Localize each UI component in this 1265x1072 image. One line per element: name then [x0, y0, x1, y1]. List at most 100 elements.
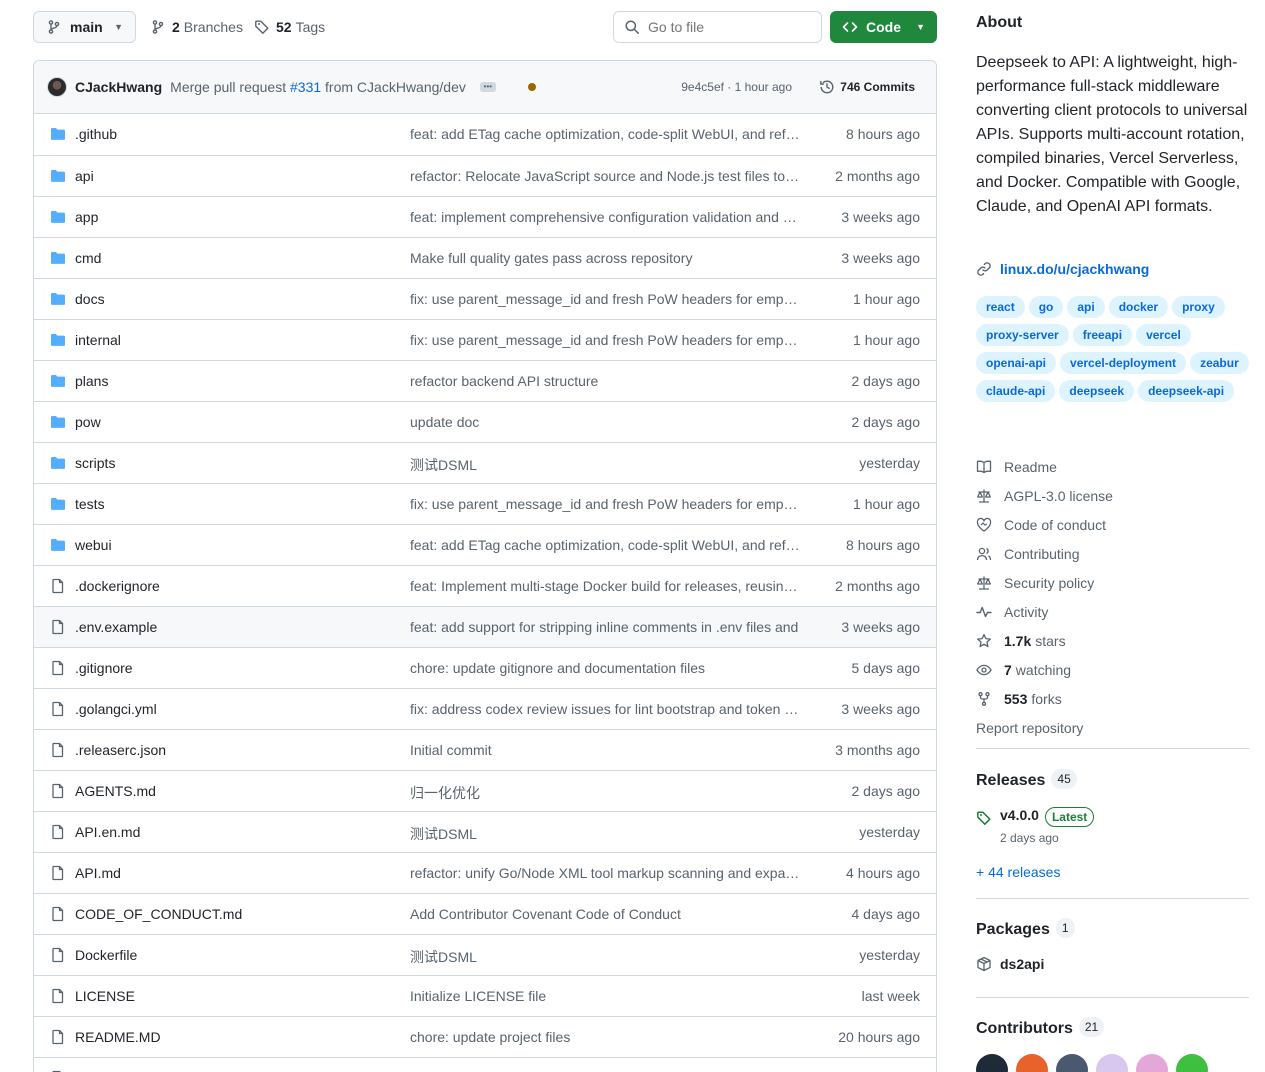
file-commit-message[interactable]: fix: use parent_message_id and fresh PoW… [410, 291, 800, 307]
package-item[interactable]: ds2api [976, 956, 1044, 972]
file-row[interactable]: docs fix: use parent_message_id and fresh… [34, 278, 936, 319]
contributing-link[interactable]: Contributing [976, 539, 1249, 568]
file-row[interactable]: internal fix: use parent_message_id and f… [34, 319, 936, 360]
go-to-file-field[interactable] [613, 11, 822, 43]
more-releases-link[interactable]: + 44 releases [976, 864, 1060, 880]
file-commit-message[interactable]: Make full quality gates pass across repo… [410, 250, 800, 266]
avatar[interactable] [47, 77, 67, 97]
file-name-link[interactable]: pow [75, 414, 101, 430]
topic-tag[interactable]: vercel [1136, 324, 1191, 346]
file-row[interactable]: .gitignore chore: update gitignore and do… [34, 647, 936, 688]
code-button[interactable]: Code ▼ [830, 11, 937, 43]
file-row[interactable]: scripts 测试DSML yesterday [34, 442, 936, 483]
file-row[interactable]: webui feat: add ETag cache optimization, … [34, 524, 936, 565]
file-row[interactable]: tests fix: use parent_message_id and fres… [34, 483, 936, 524]
security-policy-link[interactable]: Security policy [976, 568, 1249, 597]
license-link[interactable]: AGPL-3.0 license [976, 481, 1249, 510]
file-name-link[interactable]: Dockerfile [75, 947, 137, 963]
file-commit-message[interactable]: 测试DSML [410, 455, 800, 475]
releases-heading[interactable]: Releases 45 [976, 769, 1077, 790]
latest-release[interactable]: v4.0.0 Latest [976, 807, 1095, 827]
file-row[interactable]: API.en.md 测试DSML yesterday [34, 811, 936, 852]
file-commit-message[interactable]: 归一化优化 [410, 783, 800, 803]
file-row[interactable]: app feat: implement comprehensive configu… [34, 196, 936, 237]
file-commit-message[interactable]: feat: add support for stripping inline c… [410, 619, 800, 635]
file-commit-message[interactable]: update doc [410, 414, 800, 430]
topic-tag[interactable]: zeabur [1190, 352, 1249, 374]
file-row[interactable]: .golangci.yml fix: address codex review i… [34, 688, 936, 729]
file-name-link[interactable]: tests [75, 496, 105, 512]
file-commit-message[interactable]: feat: Implement multi-stage Docker build… [410, 578, 800, 594]
file-commit-message[interactable]: fix: use parent_message_id and fresh PoW… [410, 496, 800, 512]
expand-commit-button[interactable]: ••• [479, 82, 496, 92]
branch-select-button[interactable]: main ▼ [33, 11, 136, 43]
file-row[interactable]: CODE_OF_CONDUCT.md Add Contributor Covena… [34, 893, 936, 934]
file-row[interactable]: LICENSE Initialize LICENSE file last week [34, 975, 936, 1016]
commit-sha-time[interactable]: 9e4c5ef · 1 hour ago [681, 80, 792, 94]
topic-tag[interactable]: vercel-deployment [1060, 352, 1187, 374]
contributor-avatar[interactable] [1096, 1054, 1128, 1072]
topic-tag[interactable]: proxy [1172, 296, 1225, 318]
file-name-link[interactable]: cmd [75, 250, 101, 266]
file-row[interactable]: Dockerfile 测试DSML yesterday [34, 934, 936, 975]
contributor-avatar[interactable] [976, 1054, 1008, 1072]
file-name-link[interactable]: .gitignore [75, 660, 133, 676]
file-name-link[interactable]: scripts [75, 455, 115, 471]
contributor-avatar[interactable] [1056, 1054, 1088, 1072]
activity-link[interactable]: Activity [976, 597, 1249, 626]
file-name-link[interactable]: plans [75, 373, 108, 389]
topic-tag[interactable]: docker [1108, 296, 1169, 318]
file-commit-message[interactable]: chore: update gitignore and documentatio… [410, 660, 800, 676]
readme-link[interactable]: Readme [976, 452, 1249, 481]
file-name-link[interactable]: CODE_OF_CONDUCT.md [75, 906, 242, 922]
file-row[interactable]: api refactor: Relocate JavaScript source … [34, 155, 936, 196]
topic-tag[interactable]: proxy-server [976, 324, 1069, 346]
pr-link[interactable]: #331 [290, 79, 321, 95]
packages-heading[interactable]: Packages 1 [976, 918, 1075, 939]
stars-link[interactable]: 1.7k stars [976, 626, 1249, 655]
file-row[interactable]: README.MD chore: update project files 20 h… [34, 1016, 936, 1057]
report-repository-link[interactable]: Report repository [976, 713, 1249, 742]
topic-tag[interactable]: api [1067, 296, 1105, 318]
file-commit-message[interactable]: feat: add ETag cache optimization, code-… [410, 126, 800, 142]
file-commit-message[interactable]: refactor backend API structure [410, 373, 800, 389]
file-commit-message[interactable]: refactor: unify Go/Node XML tool markup … [410, 865, 800, 881]
file-row[interactable]: cmd Make full quality gates pass across r… [34, 237, 936, 278]
file-row[interactable]: .releaserc.json Initial commit 3 months ag… [34, 729, 936, 770]
file-row[interactable]: plans refactor backend API structure 2 day… [34, 360, 936, 401]
file-name-link[interactable]: README.MD [75, 1029, 161, 1045]
file-name-link[interactable]: .dockerignore [75, 578, 160, 594]
file-commit-message[interactable]: Initial commit [410, 742, 800, 758]
file-name-link[interactable]: docs [75, 291, 105, 307]
file-name-link[interactable]: .golangci.yml [75, 701, 157, 717]
watchers-link[interactable]: 7 watching [976, 655, 1249, 684]
topic-tag[interactable]: openai-api [976, 352, 1057, 374]
file-commit-message[interactable]: 测试DSML [410, 947, 800, 967]
contributor-avatar[interactable] [1136, 1054, 1168, 1072]
topic-tag[interactable]: react [976, 296, 1025, 318]
file-name-link[interactable]: .github [75, 126, 117, 142]
file-commit-message[interactable]: chore: update project files [410, 1029, 800, 1045]
code-of-conduct-link[interactable]: Code of conduct [976, 510, 1249, 539]
file-row[interactable]: .github feat: add ETag cache optimization… [34, 114, 936, 155]
website-link[interactable]: linux.do/u/cjackhwang [976, 261, 1149, 277]
file-commit-message[interactable]: feat: add ETag cache optimization, code-… [410, 537, 800, 553]
topic-tag[interactable]: go [1028, 296, 1064, 318]
file-row[interactable]: .dockerignore feat: Implement multi-stage… [34, 565, 936, 606]
contributors-heading[interactable]: Contributors 21 [976, 1017, 1105, 1038]
file-name-link[interactable]: LICENSE [75, 988, 135, 1004]
file-name-link[interactable]: API.en.md [75, 824, 140, 840]
contributor-avatar[interactable] [1176, 1054, 1208, 1072]
file-commit-message[interactable]: Add Contributor Covenant Code of Conduct [410, 906, 800, 922]
topic-tag[interactable]: freeapi [1072, 324, 1133, 346]
file-row[interactable]: API.md refactor: unify Go/Node XML tool m… [34, 852, 936, 893]
topic-tag[interactable]: claude-api [976, 380, 1056, 402]
file-row[interactable]: pow update doc 2 days ago [34, 401, 936, 442]
file-commit-message[interactable]: refactor: Relocate JavaScript source and… [410, 168, 800, 184]
file-row[interactable]: .env.example feat: add support for stripp… [34, 606, 936, 647]
file-row[interactable]: 测试 [34, 1057, 936, 1072]
file-commit-message[interactable]: fix: use parent_message_id and fresh PoW… [410, 332, 800, 348]
contributor-avatar[interactable] [1016, 1054, 1048, 1072]
file-commit-message[interactable]: fix: address codex review issues for lin… [410, 701, 800, 717]
tags-link[interactable]: 52 Tags [254, 11, 325, 43]
